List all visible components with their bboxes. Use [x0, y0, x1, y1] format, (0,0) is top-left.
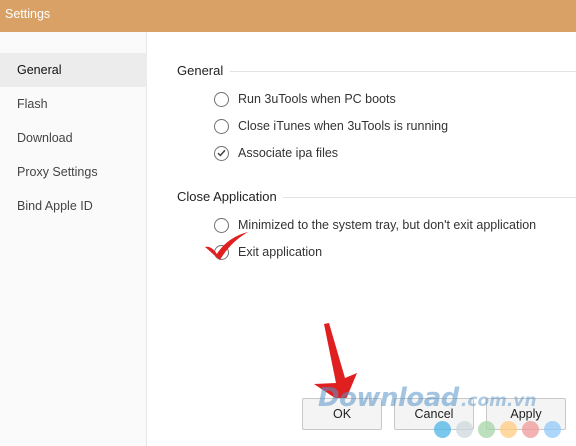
section-divider [283, 197, 576, 198]
option-run-on-boot[interactable]: Run 3uTools when PC boots [214, 90, 396, 108]
sidebar-item-proxy-settings[interactable]: Proxy Settings [0, 155, 147, 189]
checkmark-icon [217, 248, 226, 256]
window-title: Settings [5, 7, 51, 21]
option-label: Associate ipa files [238, 146, 339, 160]
option-minimize-to-tray[interactable]: Minimized to the system tray, but don't … [214, 216, 536, 234]
sidebar-item-label: Proxy Settings [17, 165, 98, 179]
radio-unchecked-icon[interactable] [214, 118, 229, 134]
section-divider [230, 71, 576, 72]
sidebar-item-download[interactable]: Download [0, 121, 147, 155]
sidebar-item-general[interactable]: General [0, 53, 147, 87]
radio-checked-icon[interactable] [214, 244, 229, 260]
settings-sidebar: General Flash Download Proxy Settings Bi… [0, 32, 147, 446]
radio-unchecked-icon[interactable] [214, 217, 229, 233]
close-app-section-title: Close Application [177, 189, 277, 204]
option-close-itunes[interactable]: Close iTunes when 3uTools is running [214, 117, 448, 135]
radio-checked-icon[interactable] [214, 145, 229, 161]
general-section-title: General [177, 63, 224, 78]
settings-content: General Run 3uTools when PC boots Close … [148, 32, 576, 446]
option-label: Close iTunes when 3uTools is running [238, 119, 449, 133]
checkmark-icon [217, 149, 226, 157]
option-exit-application[interactable]: Exit application [214, 243, 322, 261]
ok-button[interactable]: OK [302, 398, 382, 430]
sidebar-item-flash[interactable]: Flash [0, 87, 147, 121]
title-bar: Settings [0, 0, 576, 32]
sidebar-item-label: Download [17, 131, 73, 145]
option-label: Minimized to the system tray, but don't … [238, 218, 537, 232]
option-label: Run 3uTools when PC boots [238, 92, 396, 106]
option-associate-ipa[interactable]: Associate ipa files [214, 144, 338, 162]
sidebar-item-label: Flash [17, 97, 48, 111]
sidebar-item-label: Bind Apple ID [17, 199, 93, 213]
radio-unchecked-icon[interactable] [214, 91, 229, 107]
apply-button[interactable]: Apply [486, 398, 566, 430]
sidebar-item-label: General [17, 63, 62, 77]
sidebar-item-bind-apple-id[interactable]: Bind Apple ID [0, 189, 147, 223]
cancel-button[interactable]: Cancel [394, 398, 474, 430]
option-label: Exit application [238, 245, 323, 259]
